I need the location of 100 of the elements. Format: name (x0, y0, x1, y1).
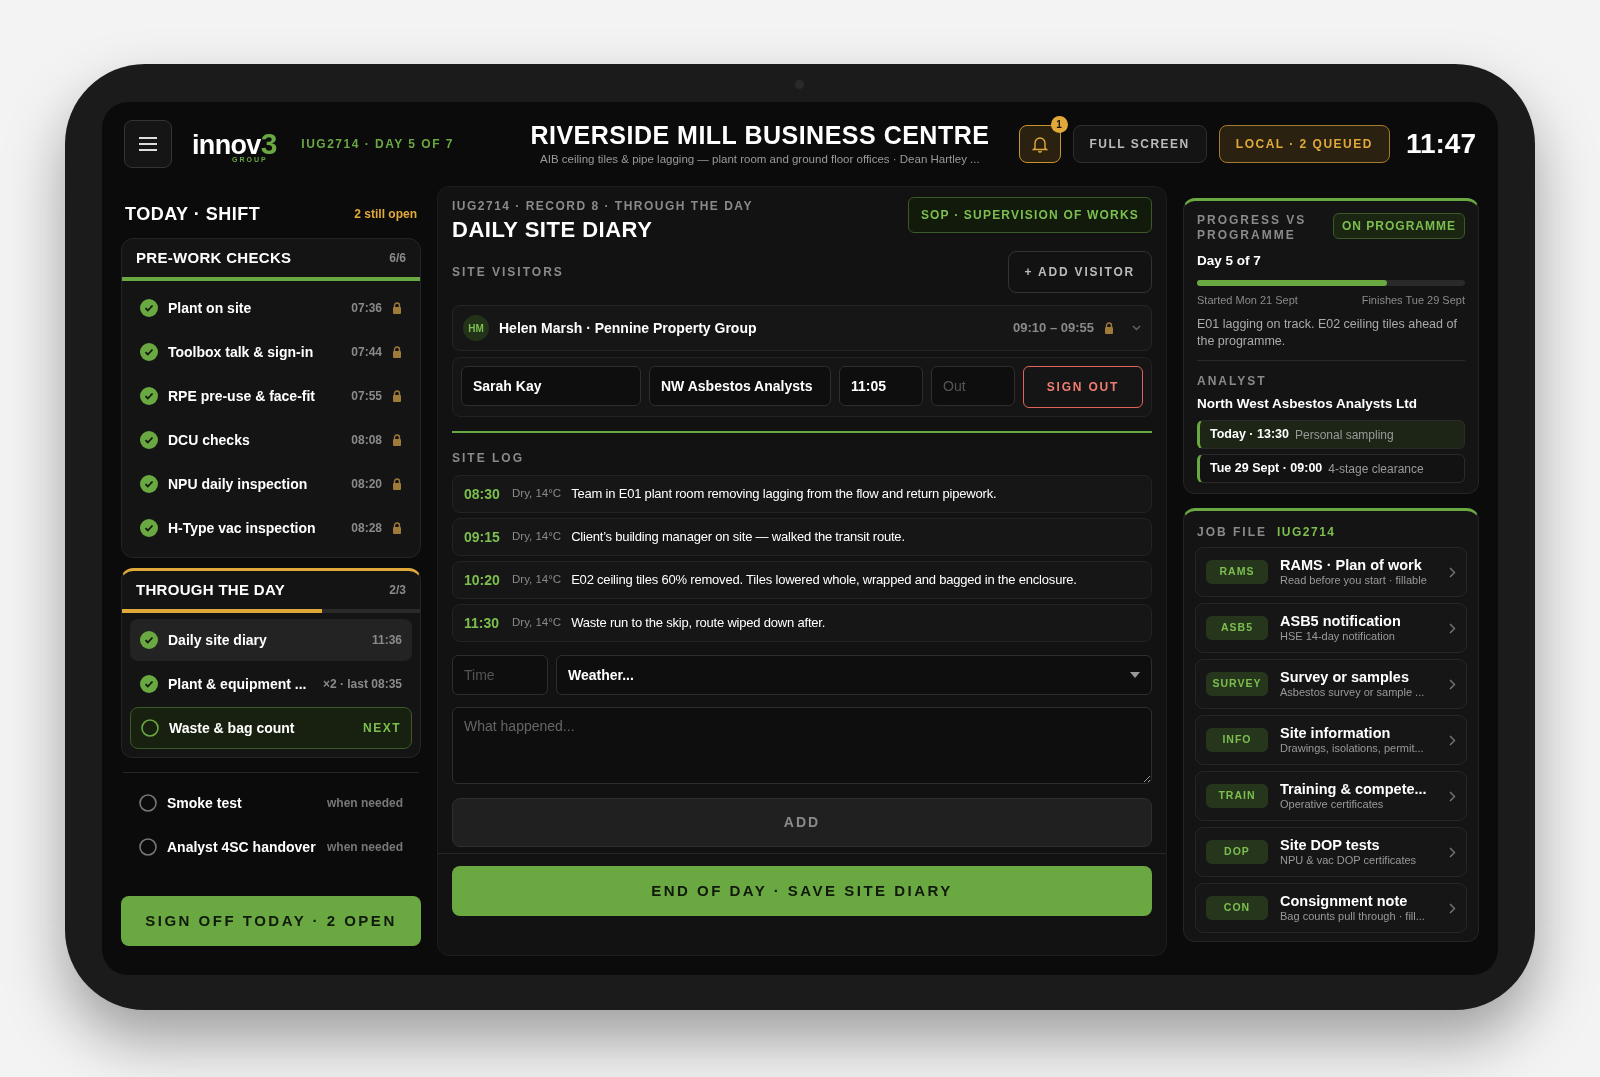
checklist-item[interactable]: RPE pre-use & face-fit 07:55 (130, 375, 412, 417)
document-item[interactable]: ASB5 ASB5 notification HSE 14-day notification (1195, 603, 1467, 653)
log-weather: Dry, 14°C (512, 529, 562, 545)
site-title: RIVERSIDE MILL BUSINESS CENTRE (530, 120, 990, 152)
analyst-visit[interactable]: Today · 13:30 Personal sampling (1197, 420, 1465, 449)
company-field[interactable]: NW Asbestos Analysts (649, 366, 831, 406)
item-time: 07:36 (351, 300, 382, 317)
document-title: Survey or samples (1280, 668, 1410, 687)
section-label: JOB FILE (1197, 524, 1267, 541)
log-time: 10:20 (464, 570, 501, 590)
full-screen-button[interactable]: FULL SCREEN (1072, 125, 1207, 163)
clock: 11:47 (1405, 127, 1476, 161)
document-subtitle: Asbestos survey or sample ... (1280, 686, 1426, 700)
optional-item[interactable]: Analyst 4SC handover when needed (121, 825, 421, 869)
visit-times: 09:10 – 09:55 (1013, 319, 1094, 338)
document-item[interactable]: TRAIN Training & compete... Operative certificates (1195, 771, 1467, 821)
item-time: 08:20 (351, 476, 382, 493)
visit-time: Today · 13:30 (1210, 426, 1289, 444)
checklist-item[interactable]: DCU checks 08:08 (130, 419, 412, 461)
sign-out-button[interactable]: SIGN OUT (1023, 366, 1143, 408)
optional-item[interactable]: Smoke test when needed (121, 781, 421, 825)
item-label: Waste & bag count (169, 718, 296, 738)
note-field[interactable]: What happened... (452, 707, 1152, 784)
section-label: ANALYST (1197, 372, 1268, 390)
item-label: RPE pre-use & face-fit (168, 386, 317, 406)
section-label: SITE VISITORS (452, 264, 564, 281)
sync-status-button[interactable]: LOCAL · 2 QUEUED (1218, 125, 1390, 163)
notification-badge: 1 (1050, 116, 1068, 133)
document-item[interactable]: RAMS RAMS · Plan of work Read before you start · fillable (1195, 547, 1467, 597)
log-time: 09:15 (464, 527, 501, 547)
visitor-avatar: HM (463, 315, 489, 341)
bell-icon (1031, 135, 1048, 153)
item-label: Plant & equipment ... (168, 674, 308, 694)
item-time: 07:44 (351, 344, 382, 361)
document-tag: TRAIN (1206, 784, 1268, 808)
document-item[interactable]: DOP Site DOP tests NPU & vac DOP certificates (1195, 827, 1467, 877)
checklist-item[interactable]: NPU daily inspection 08:20 (130, 463, 412, 505)
job-code: IUG2714 (1277, 524, 1336, 541)
document-title: ASB5 notification (1280, 612, 1402, 631)
add-button[interactable]: ADD (452, 798, 1152, 847)
document-subtitle: Operative certificates (1280, 798, 1385, 812)
menu-button[interactable] (124, 120, 172, 168)
chevron-right-icon (1449, 566, 1456, 578)
menu-icon (138, 136, 158, 152)
item-time: ×2 · last 08:35 (322, 676, 402, 693)
document-title: Site DOP tests (1280, 836, 1381, 855)
item-time: 11:36 (371, 632, 402, 649)
document-tag: SURVEY (1206, 672, 1268, 696)
visitor-row[interactable]: HM Helen Marsh · Pennine Property Group 09:10 – 09:55 (452, 305, 1152, 351)
checklist-item[interactable]: H-Type vac inspection 08:28 (130, 507, 412, 549)
section-label: SITE LOG (452, 450, 525, 467)
start-date: Started Mon 21 Sept (1197, 293, 1298, 309)
analyst-visit[interactable]: Tue 29 Sept · 09:00 4-stage clearance (1197, 454, 1465, 483)
log-text: E02 ceiling tiles 60% removed. Tiles lowered whole, wrapped and bagged in the enclosure. (571, 571, 1077, 590)
checklist-item[interactable]: Daily site diary 11:36 (130, 619, 412, 661)
document-subtitle: NPU & vac DOP certificates (1280, 854, 1418, 868)
checklist-item[interactable]: Toolbox talk & sign-in 07:44 (130, 331, 412, 373)
log-text: Waste run to the skip, route wiped down after. (571, 614, 826, 633)
checklist-item[interactable]: Plant & equipment ... ×2 · last 08:35 (130, 663, 412, 705)
log-weather: Dry, 14°C (512, 615, 562, 631)
document-title: Site information (1280, 724, 1392, 743)
log-time: 08:30 (464, 484, 501, 504)
breadcrumb: IUG2714 · RECORD 8 · THROUGH THE DAY (452, 198, 753, 215)
document-tag: DOP (1206, 840, 1268, 864)
finish-date: Finishes Tue 29 Sept (1361, 293, 1465, 309)
panel-title: TODAY · SHIFT (125, 202, 261, 226)
item-label: Plant on site (168, 298, 253, 318)
chevron-right-icon (1449, 846, 1456, 858)
sign-off-button[interactable]: SIGN OFF TODAY · 2 OPEN (121, 896, 421, 946)
item-label: Toolbox talk & sign-in (168, 342, 315, 362)
document-item[interactable]: SURVEY Survey or samples Asbestos survey or sample ... (1195, 659, 1467, 709)
item-time: 08:28 (351, 520, 382, 537)
document-subtitle: Drawings, isolations, permit... (1280, 742, 1425, 756)
visit-purpose: 4-stage clearance (1328, 460, 1424, 478)
checklist-item[interactable]: Plant on site 07:36 (130, 287, 412, 329)
time-out-field[interactable]: Out (931, 366, 1015, 406)
section-label: PROGRESS VS PROGRAMME (1197, 213, 1308, 243)
name-field[interactable]: Sarah Kay (461, 366, 641, 406)
progress-note: E01 lagging on track. E02 ceiling tiles ahead of the programme. (1197, 315, 1465, 361)
add-visitor-button[interactable]: + ADD VISITOR (1007, 251, 1152, 293)
sop-badge: SOP · SUPERVISION OF WORKS (907, 197, 1152, 233)
weather-dropdown[interactable]: Weather... (556, 655, 1152, 695)
time-field[interactable]: Time (452, 655, 548, 695)
document-subtitle: Read before you start · fillable (1280, 574, 1428, 588)
document-item[interactable]: INFO Site information Drawings, isolations, permit... (1195, 715, 1467, 765)
page-title: DAILY SITE DIARY (452, 216, 654, 244)
item-time: NEXT (363, 720, 401, 737)
item-label: Daily site diary (168, 630, 268, 650)
caret-icon (1130, 672, 1140, 678)
item-note: when needed (327, 795, 403, 812)
item-time: 08:08 (351, 432, 382, 449)
document-subtitle: HSE 14-day notification (1280, 630, 1396, 644)
time-in-field[interactable]: 11:05 (839, 366, 923, 406)
save-diary-button[interactable]: END OF DAY · SAVE SITE DIARY (452, 866, 1152, 916)
document-item[interactable]: CON Consignment note Bag counts pull through · fill... (1195, 883, 1467, 933)
empty-circle-icon (139, 838, 157, 856)
document-tag: ASB5 (1206, 616, 1268, 640)
document-title: Consignment note (1280, 892, 1409, 911)
log-text: Team in E01 plant room removing lagging from the flow and return pipework. (571, 485, 997, 504)
checklist-item[interactable]: Waste & bag count NEXT (130, 707, 412, 749)
